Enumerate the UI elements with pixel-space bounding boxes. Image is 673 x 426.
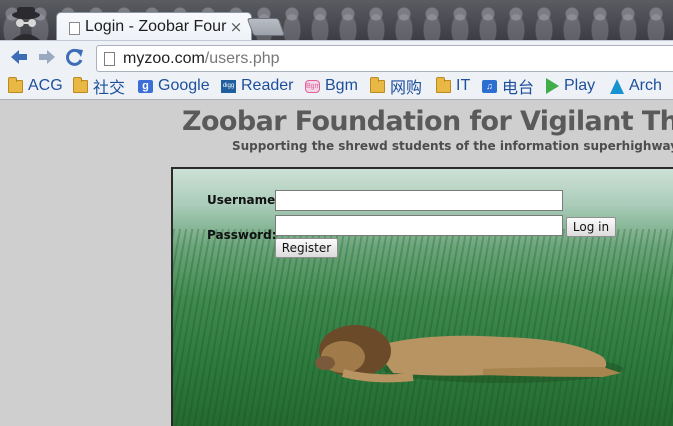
- username-label: Username:: [207, 193, 281, 207]
- bookmark-shopping[interactable]: 网购: [370, 76, 423, 97]
- login-button[interactable]: Log in: [566, 217, 616, 237]
- folder-icon: [8, 76, 23, 93]
- reload-icon[interactable]: [64, 47, 86, 67]
- lion-image: [315, 325, 623, 383]
- bookmark-radio[interactable]: ♫ 电台: [482, 76, 535, 97]
- bookmark-label: Google: [158, 77, 210, 94]
- site-subtitle: Supporting the shrewd students of the in…: [232, 139, 673, 153]
- bookmark-label: Arch: [629, 77, 662, 94]
- bookmark-label: Play: [564, 77, 596, 94]
- bookmark-reader[interactable]: digg Reader: [221, 76, 293, 96]
- bgm-icon: Bgm: [305, 79, 320, 93]
- username-input[interactable]: [275, 190, 563, 211]
- browser-toolbar: myzoo.com/users.php: [0, 40, 673, 72]
- bookmark-label: Bgm: [325, 77, 358, 94]
- google-icon: g: [138, 79, 153, 93]
- new-tab-button[interactable]: [246, 18, 286, 36]
- close-tab-icon[interactable]: ×: [229, 18, 243, 36]
- active-tab[interactable]: Login - Zoobar Four ×: [56, 12, 252, 40]
- forward-arrow-icon[interactable]: [36, 47, 58, 67]
- bookmark-label: IT: [456, 77, 471, 94]
- bookmark-label: 网购: [390, 80, 423, 97]
- site-title: Zoobar Foundation for Vigilant Thinking: [182, 106, 673, 137]
- url-host: myzoo.com: [123, 50, 205, 67]
- address-bar[interactable]: myzoo.com/users.php: [96, 45, 673, 72]
- url-path: /users.php: [204, 50, 280, 67]
- bookmarks-bar: ACG 社交 g Google digg Reader Bgm Bgm 网购 I…: [0, 72, 673, 100]
- bookmark-google[interactable]: g Google: [138, 76, 210, 96]
- hero-image-panel: Username: Password: Log in Register: [171, 167, 673, 426]
- bookmark-label: 电台: [502, 80, 535, 97]
- play-store-icon: [546, 78, 559, 94]
- digg-icon: digg: [221, 79, 236, 93]
- bookmark-label: ACG: [28, 77, 63, 94]
- calendar-icon: ♫: [482, 79, 497, 93]
- bookmark-arch[interactable]: Arch: [610, 76, 662, 96]
- password-input[interactable]: [275, 215, 563, 236]
- bookmark-acg[interactable]: ACG: [8, 76, 63, 96]
- folder-icon: [73, 76, 88, 93]
- folder-icon: [436, 76, 451, 93]
- incognito-icon: [12, 7, 40, 40]
- back-arrow-icon[interactable]: [8, 47, 30, 67]
- bookmark-label: 社交: [93, 80, 126, 97]
- register-button[interactable]: Register: [275, 238, 338, 258]
- url-text[interactable]: myzoo.com/users.php: [123, 50, 280, 68]
- password-label: Password:: [207, 228, 277, 242]
- bookmark-label: Reader: [241, 77, 294, 94]
- bookmark-bgm[interactable]: Bgm Bgm: [305, 76, 358, 96]
- page-content: Zoobar Foundation for Vigilant Thinking …: [0, 101, 673, 426]
- page-icon: [69, 22, 80, 35]
- arch-icon: [610, 78, 624, 94]
- bookmark-it[interactable]: IT: [436, 76, 470, 96]
- folder-icon: [370, 76, 385, 93]
- bookmark-play[interactable]: Play: [546, 76, 595, 96]
- tab-strip: Login - Zoobar Four ×: [0, 0, 673, 40]
- bookmark-social[interactable]: 社交: [73, 76, 126, 97]
- page-icon: [104, 52, 115, 66]
- login-form: Username: Password: Log in Register: [173, 169, 673, 269]
- tab-title: Login - Zoobar Four: [85, 18, 227, 35]
